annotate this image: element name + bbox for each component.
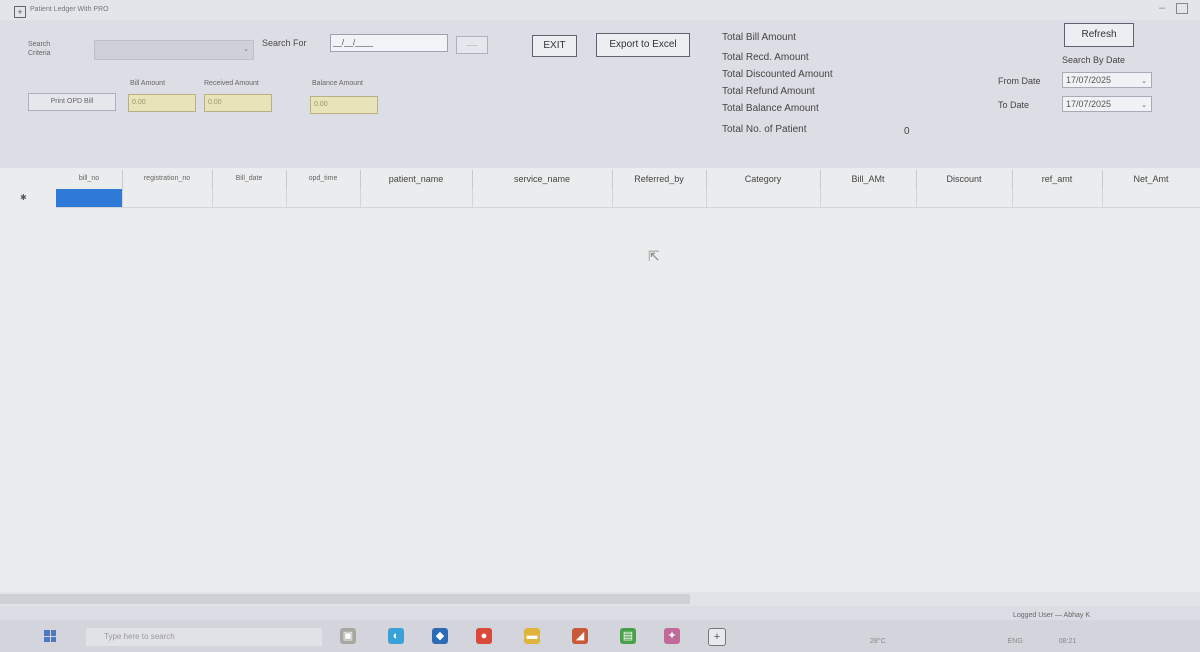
total-balance-amount-label: Total Balance Amount — [722, 103, 819, 114]
chevron-down-icon: ⌄ — [1141, 78, 1147, 85]
total-patients-label: Total No. of Patient — [722, 124, 807, 135]
chevron-down-icon: ⌄ — [243, 46, 249, 53]
weather-text: 28°C — [870, 638, 886, 645]
bill-amount-field: 0.00 — [128, 94, 196, 112]
search-by-date-label: Search By Date — [1062, 55, 1126, 65]
balance-amount-label: Balance Amount — [312, 80, 363, 87]
windows-start-icon[interactable] — [44, 630, 56, 642]
total-recd-amount-label: Total Recd. Amount — [722, 52, 809, 63]
store-icon[interactable]: ◆ — [432, 628, 448, 644]
table-cell[interactable] — [122, 189, 213, 208]
total-discounted-amount-label: Total Discounted Amount — [722, 69, 833, 80]
column-header-bill-amt[interactable]: Bill_AMt — [820, 170, 917, 190]
table-cell[interactable] — [706, 189, 821, 208]
edge-browser-icon[interactable]: ◐ — [388, 628, 404, 644]
column-header-category[interactable]: Category — [706, 170, 821, 190]
table-cell[interactable] — [916, 189, 1013, 208]
table-cell-selected[interactable] — [56, 189, 123, 208]
total-patients-value: 0 — [904, 126, 910, 137]
search-for-input[interactable]: __/__/____ — [330, 34, 448, 52]
language-indicator[interactable]: ENG — [1008, 638, 1023, 645]
chrome-browser-icon[interactable]: ● — [476, 628, 492, 644]
exit-button[interactable]: EXIT — [532, 35, 577, 57]
system-tray: 28°C ENG 08:21 — [870, 638, 1076, 645]
search-criteria-label: Search Criteria — [28, 41, 51, 57]
clock-time[interactable]: 08:21 — [1059, 638, 1077, 645]
to-date-picker[interactable]: 17/07/2025 ⌄ — [1062, 96, 1152, 112]
table-cell[interactable] — [1102, 189, 1200, 208]
ledger-grid[interactable]: bill_no registration_no Bill_date opd_ti… — [0, 168, 1200, 594]
column-header-referred-by[interactable]: Referred_by — [612, 170, 707, 190]
maximize-icon[interactable] — [1176, 2, 1188, 14]
window-controls: – — [1156, 2, 1188, 14]
total-bill-amount-label: Total Bill Amount — [722, 32, 796, 43]
column-header-bill-no[interactable]: bill_no — [56, 170, 123, 190]
table-cell[interactable] — [1012, 189, 1103, 208]
file-explorer-icon[interactable]: ▬ — [524, 628, 540, 644]
from-date-label: From Date — [998, 76, 1041, 86]
to-date-label: To Date — [998, 100, 1030, 110]
app-icon: + — [14, 6, 26, 18]
from-date-picker[interactable]: 17/07/2025 ⌄ — [1062, 72, 1152, 88]
taskbar-search-input[interactable]: Type here to search — [86, 628, 322, 646]
column-header-service-name[interactable]: service_name — [472, 170, 613, 190]
logged-user-label: Logged User — Abhay K — [1012, 612, 1090, 619]
refresh-button[interactable]: Refresh — [1064, 23, 1134, 47]
horizontal-scrollbar[interactable] — [0, 592, 1200, 606]
filter-panel: Search Criteria ⌄ Search For __/__/____ … — [0, 20, 1200, 166]
column-header-patient-name[interactable]: patient_name — [360, 170, 473, 190]
mouse-cursor-icon: ⇱ — [648, 248, 660, 264]
search-criteria-select[interactable]: ⌄ — [94, 40, 254, 60]
print-opd-bill-button[interactable]: Print OPD Bill — [28, 93, 116, 111]
column-header-ref-amt[interactable]: ref_amt — [1012, 170, 1103, 190]
search-for-label: Search For — [262, 38, 307, 48]
excel-icon[interactable]: ▤ — [620, 628, 636, 644]
title-bar: + Patient Ledger With PRO – — [0, 0, 1200, 20]
app-icon[interactable]: ◢ — [572, 628, 588, 644]
balance-amount-field: 0.00 — [310, 96, 378, 114]
column-header-discount[interactable]: Discount — [916, 170, 1013, 190]
table-cell[interactable] — [212, 189, 287, 208]
table-cell[interactable] — [360, 189, 473, 208]
scrollbar-thumb[interactable] — [0, 594, 690, 604]
received-amount-label: Received Amount — [204, 80, 259, 87]
export-to-excel-button[interactable]: Export to Excel — [596, 33, 690, 57]
patient-ledger-app-icon[interactable]: + — [708, 628, 726, 646]
table-cell[interactable] — [286, 189, 361, 208]
window-title: Patient Ledger With PRO — [30, 6, 109, 13]
browse-button[interactable]: ...... — [456, 36, 488, 54]
table-row[interactable] — [0, 189, 1200, 209]
table-cell[interactable] — [612, 189, 707, 208]
column-header-bill-date[interactable]: Bill_date — [212, 170, 287, 190]
minimize-icon[interactable]: – — [1156, 2, 1168, 14]
column-header-net-amt[interactable]: Net_Amt — [1102, 170, 1200, 190]
total-refund-amount-label: Total Refund Amount — [722, 86, 815, 97]
received-amount-field: 0.00 — [204, 94, 272, 112]
table-cell[interactable] — [820, 189, 917, 208]
table-cell[interactable] — [472, 189, 613, 208]
app-icon[interactable]: ✦ — [664, 628, 680, 644]
task-view-icon[interactable]: ▣ — [340, 628, 356, 644]
taskbar: Type here to search ▣ ◐ ◆ ● ▬ ◢ ▤ ✦ + 28… — [0, 620, 1200, 652]
bill-amount-label: Bill Amount — [130, 80, 166, 87]
chevron-down-icon: ⌄ — [1141, 102, 1147, 109]
column-header-opd-time[interactable]: opd_time — [286, 170, 361, 190]
column-header-registration-no[interactable]: registration_no — [122, 170, 213, 190]
